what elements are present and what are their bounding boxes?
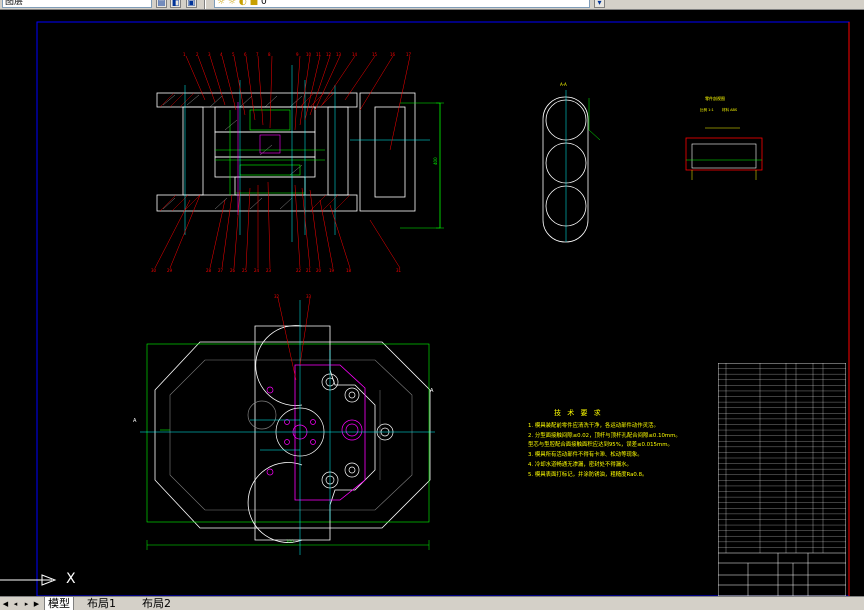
svg-text:21: 21 (306, 268, 312, 273)
svg-text:9: 9 (296, 52, 299, 57)
tab-layout1[interactable]: 布局1 (84, 597, 119, 610)
toolbar-separator (204, 0, 206, 9)
layer-state-combo[interactable]: ☼ ☼ ◐ ■ 0 (214, 0, 590, 8)
part-section-view: 零件剖视图 比例 1:1 材料 ABS (685, 95, 763, 180)
svg-text:28: 28 (206, 268, 212, 273)
svg-text:20: 20 (316, 268, 322, 273)
layer-properties-icon[interactable]: ▤ (156, 0, 167, 8)
svg-text:8: 8 (268, 52, 271, 57)
svg-text:材料 ABS: 材料 ABS (722, 107, 738, 112)
svg-text:14: 14 (352, 52, 358, 57)
svg-text:5: 5 (232, 52, 235, 57)
svg-text:A: A (430, 388, 434, 394)
ucs-x-label: X (66, 571, 76, 587)
layer-previous-icon[interactable]: ◧ (170, 0, 181, 8)
svg-text:27: 27 (218, 268, 224, 273)
svg-text:6: 6 (244, 52, 247, 57)
requirement-5: 5. 模具表面打标记，并涂防锈油，粗糙度Ra0.8。 (528, 472, 648, 478)
svg-text:A: A (133, 418, 137, 424)
svg-text:16: 16 (390, 52, 396, 57)
svg-text:23: 23 (266, 268, 272, 273)
svg-text:比例 1:1: 比例 1:1 (700, 107, 714, 112)
ucs-icon (0, 574, 57, 586)
layer-name: 0 (260, 0, 267, 7)
plan-view: 300 32 33 A A (133, 294, 435, 555)
prev-tab-icon[interactable]: ◂ (11, 599, 20, 609)
svg-text:30: 30 (151, 268, 157, 273)
svg-text:19: 19 (329, 268, 335, 273)
svg-text:400: 400 (433, 157, 438, 165)
title-area (718, 552, 846, 596)
cad-application: 图层 ▤ ◧ ▣ ☼ ☼ ◐ ■ 0 ▾ 1 2 3 4 5 6 7 8 9 1… (0, 0, 864, 610)
svg-text:25: 25 (242, 268, 248, 273)
svg-text:15: 15 (372, 52, 378, 57)
svg-text:33: 33 (306, 294, 312, 299)
title-block (718, 363, 846, 596)
last-tab-icon[interactable]: ▶ (32, 599, 41, 609)
svg-text:24: 24 (254, 268, 260, 273)
section-view-assembly: 123 456 789 10 11 12 13 14 15 16 17 30 29 28 27… (151, 52, 444, 273)
part-detail-view: A-A (542, 82, 601, 243)
svg-text:4: 4 (220, 52, 223, 57)
layer-combo[interactable]: 图层 (2, 0, 152, 8)
requirement-2b: 型芯与型腔配合面接触面积应达到95%，误差≤0.015mm。 (528, 442, 673, 448)
first-tab-icon[interactable]: ◀ (1, 599, 10, 609)
requirement-4: 4. 冷却水道畅通无渗漏，密封处不得漏水。 (528, 462, 632, 468)
svg-text:零件剖视图: 零件剖视图 (705, 95, 725, 101)
svg-text:26: 26 (230, 268, 236, 273)
layer-sun-icon: ☼ ☼ ◐ ■ (217, 0, 259, 7)
svg-text:A-A: A-A (560, 82, 567, 87)
tab-layout2[interactable]: 布局2 (139, 597, 174, 610)
svg-text:2: 2 (196, 52, 199, 57)
layout-tab-bar: ◀ ◂ ▸ ▶ 模型 布局1 布局2 (0, 596, 864, 610)
technical-requirements-title: 技 术 要 求 (554, 409, 603, 417)
svg-text:31: 31 (396, 268, 402, 273)
tab-model[interactable]: 模型 (44, 597, 74, 610)
next-tab-icon[interactable]: ▸ (22, 599, 31, 609)
svg-text:12: 12 (326, 52, 332, 57)
svg-text:11: 11 (316, 52, 322, 57)
svg-text:17: 17 (406, 52, 412, 57)
svg-text:32: 32 (274, 294, 280, 299)
svg-text:10: 10 (306, 52, 312, 57)
svg-text:13: 13 (336, 52, 342, 57)
toolbar: 图层 ▤ ◧ ▣ ☼ ☼ ◐ ■ 0 ▾ (0, 0, 864, 10)
svg-text:3: 3 (208, 52, 211, 57)
layer-states-icon[interactable]: ▣ (186, 0, 197, 8)
requirement-1: 1. 模具装配前零件应清洗干净，各运动部件动作灵活。 (528, 423, 659, 429)
dropdown-arrow-icon[interactable]: ▾ (594, 0, 605, 8)
svg-text:22: 22 (296, 268, 302, 273)
svg-text:7: 7 (256, 52, 259, 57)
svg-text:29: 29 (167, 268, 173, 273)
svg-text:18: 18 (346, 268, 352, 273)
svg-text:1: 1 (183, 52, 186, 57)
requirement-2: 2. 分型面接触间隙≤0.02，顶杆与顶杆孔配合间隙≤0.10mm。 (528, 433, 681, 439)
requirement-3: 3. 模具所有活动部件不得有卡滞、松动等现象。 (528, 452, 643, 458)
